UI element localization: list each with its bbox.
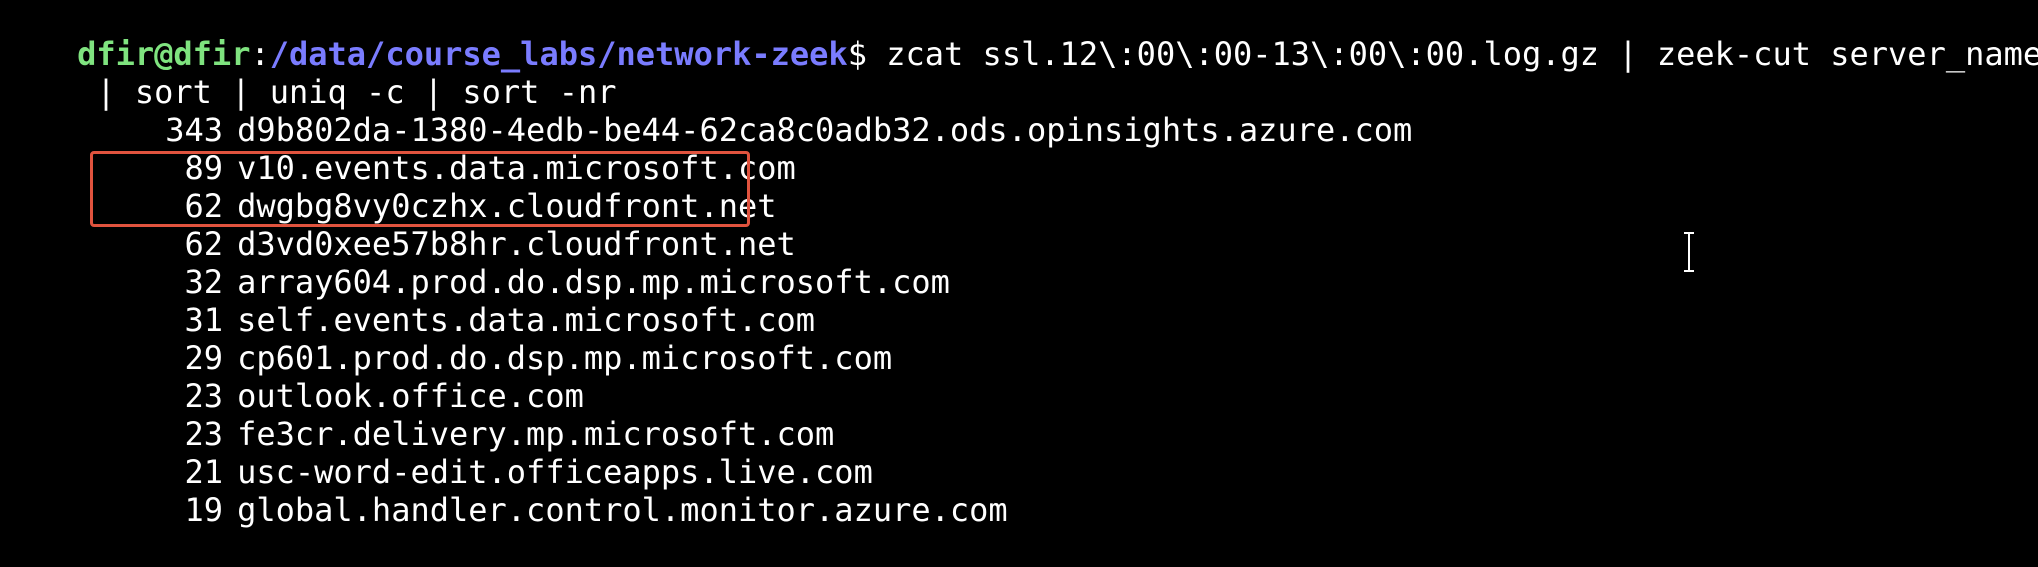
highlight-box-cloudfront (90, 151, 750, 227)
result-row: 19 global.handler.control.monitor.azure.c… (0, 453, 1008, 529)
result-domain: global.handler.control.monitor.azure.com (237, 491, 1008, 529)
command-prompt-line: dfir@dfir:/data/course_labs/network-zeek… (0, 0, 2038, 73)
command-continuation-line: | sort | uniq -c | sort -nr (0, 35, 616, 111)
prompt-dollar: $ (847, 35, 887, 73)
terminal-window[interactable]: dfir@dfir:/data/course_labs/network-zeek… (0, 0, 2038, 529)
result-row: 21 usc-word-edit.officeapps.live.com (0, 415, 873, 491)
result-row: 343 d9b802da-1380-4edb-be44-62ca8c0adb32.… (0, 73, 1412, 149)
result-row: 29 cp601.prod.do.dsp.mp.microsoft.com (0, 301, 893, 377)
command-text: zcat ssl.12\:00\:00-13\:00\:00.log.gz | … (886, 35, 2038, 73)
result-count: 19 (184, 491, 224, 529)
result-row: 31 self.events.data.microsoft.com (0, 263, 816, 339)
result-row: 23 outlook.office.com (0, 339, 584, 415)
result-row: 23 fe3cr.delivery.mp.microsoft.com (0, 377, 835, 453)
result-row: 32 array604.prod.do.dsp.mp.microsoft.com (0, 225, 950, 301)
result-row: 89 v10.events.data.microsoft.com (0, 111, 796, 187)
i-beam-cursor-icon (1684, 232, 1694, 272)
